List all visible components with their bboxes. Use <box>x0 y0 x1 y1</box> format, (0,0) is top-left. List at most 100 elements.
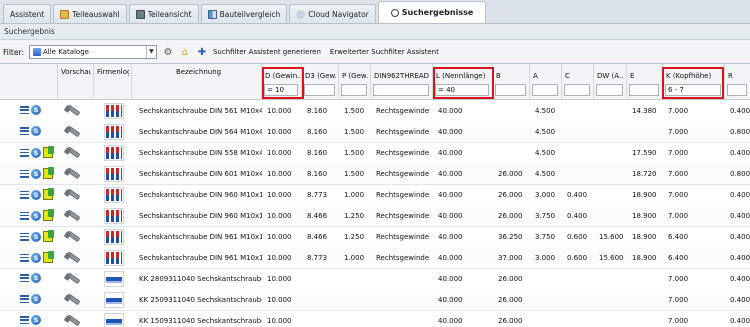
header-p[interactable]: P (Gew... <box>339 64 371 100</box>
filter-d-input[interactable]: = 10 <box>264 84 298 96</box>
row-menu-icon[interactable] <box>20 148 29 157</box>
supplier-icon[interactable]: S <box>31 252 41 263</box>
header-l[interactable]: L (Nennlänge) = 40 <box>433 64 493 100</box>
row-menu-icon[interactable] <box>20 190 29 199</box>
header-vorschau[interactable]: Vorschau <box>58 64 94 100</box>
supplier-icon[interactable]: S <box>31 168 41 179</box>
preview-thumbnail[interactable] <box>64 187 82 203</box>
supplier-icon[interactable]: S <box>31 126 41 136</box>
filter-b-input[interactable] <box>495 84 526 96</box>
header-k[interactable]: K (Kopfhöhe) 6 - 7 <box>663 64 725 100</box>
approved-part-icon[interactable] <box>43 209 54 221</box>
wizard-icon[interactable]: ✚ <box>196 46 208 58</box>
filter-d3-input[interactable] <box>304 84 335 96</box>
cell-dw <box>596 100 627 122</box>
preview-thumbnail[interactable] <box>64 292 82 308</box>
row-menu-icon[interactable] <box>20 253 29 262</box>
approved-part-icon[interactable] <box>43 167 54 179</box>
preview-thumbnail[interactable] <box>64 145 82 161</box>
tab-teileauswahl[interactable]: Teileauswahl <box>53 4 127 23</box>
row-menu-icon[interactable] <box>20 127 29 135</box>
approved-part-icon[interactable] <box>43 251 54 263</box>
filter-dw-input[interactable] <box>596 84 623 96</box>
table-row[interactable]: S Sechskantschraube DIN 960 M10x1.2... 10.… <box>0 205 750 227</box>
table-row[interactable]: S KK 2809311040 Sechskantschraube ... 10.0… <box>0 268 750 290</box>
header-bezeichnung[interactable]: Bezeichnung <box>132 64 262 100</box>
cell-name: KK 2509311040 Sechskantschraube ... <box>139 296 262 304</box>
table-body: S Sechskantschraube DIN 561 M10x40 10.000 8… <box>0 100 750 327</box>
tab-suchergebnisse[interactable]: Suchergebnisse <box>377 1 487 23</box>
gear-icon[interactable]: ⚙ <box>162 46 174 58</box>
supplier-icon[interactable]: S <box>31 147 41 158</box>
header-e[interactable]: E <box>627 64 663 100</box>
filter-c-input[interactable] <box>564 84 590 96</box>
header-r[interactable]: R <box>725 64 750 100</box>
catalog-dropdown[interactable]: Alle Kataloge ▼ <box>28 45 157 59</box>
cell-dw <box>596 205 627 227</box>
preview-thumbnail[interactable] <box>64 271 82 287</box>
table-row[interactable]: S Sechskantschraube DIN 961 M10x1x40 10.00… <box>0 247 750 269</box>
row-menu-icon[interactable] <box>20 232 29 241</box>
filter-k-input[interactable]: 6 - 7 <box>665 84 721 96</box>
header-b[interactable]: B <box>493 64 530 100</box>
row-menu-icon[interactable] <box>20 211 29 220</box>
row-menu-icon[interactable] <box>20 106 29 114</box>
row-menu-icon[interactable] <box>20 316 29 324</box>
filter-p-input[interactable] <box>341 84 367 96</box>
preview-thumbnail[interactable] <box>64 250 82 266</box>
extended-filter-button[interactable]: Erweiterter Suchfilter Assistent <box>330 48 439 56</box>
filter-thread-input[interactable] <box>373 84 429 96</box>
header-d3[interactable]: D3 (Gew... <box>302 64 339 100</box>
supplier-icon[interactable]: S <box>31 294 41 304</box>
table-row[interactable]: S Sechskantschraube DIN 564 M10x40 10.000 8… <box>0 121 750 143</box>
header-d[interactable]: D (Gewin...= 10 <box>262 64 302 100</box>
row-menu-icon[interactable] <box>20 274 29 282</box>
tab-cloud-navigator[interactable]: Cloud Navigator <box>289 4 376 23</box>
filter-r-input[interactable] <box>727 84 747 96</box>
supplier-icon[interactable]: S <box>31 105 41 115</box>
cell-thread <box>373 268 433 290</box>
header-firmenlogo[interactable]: Firmenlogo <box>94 64 132 100</box>
row-menu-icon[interactable] <box>20 295 29 303</box>
supplier-icon[interactable]: S <box>31 189 41 200</box>
table-row[interactable]: S KK 2509311040 Sechskantschraube ... 10.0… <box>0 289 750 311</box>
supplier-icon[interactable]: S <box>31 315 41 325</box>
approved-part-icon[interactable] <box>43 230 54 242</box>
filter-e-input[interactable] <box>629 84 659 96</box>
supplier-icon[interactable]: S <box>31 273 41 283</box>
cell-thread: Rechtsgewinde <box>376 191 430 199</box>
table-row[interactable]: S KK 1509311040 Sechskantschraube ... 10.0… <box>0 310 750 327</box>
preview-thumbnail[interactable] <box>64 124 82 140</box>
header-c[interactable]: C <box>562 64 594 100</box>
table-row[interactable]: S Sechskantschraube DIN 960 M10x1x40 10.00… <box>0 184 750 206</box>
chevron-down-icon[interactable]: ▼ <box>145 46 156 58</box>
cell-dw <box>596 310 627 327</box>
tab-teileansicht[interactable]: Teileansicht <box>128 4 199 23</box>
row-menu-icon[interactable] <box>20 169 29 178</box>
tab-assistent[interactable]: Assistent <box>3 4 52 23</box>
part-view-icon <box>135 9 145 19</box>
table-row[interactable]: S Sechskantschraube DIN 961 M10x1.2... 10.… <box>0 226 750 248</box>
preview-thumbnail[interactable] <box>64 313 82 327</box>
cell-l: 40.000 <box>438 107 463 115</box>
approved-part-icon[interactable] <box>43 146 54 158</box>
approved-part-icon[interactable] <box>43 188 54 200</box>
header-dw[interactable]: DW (Ä... <box>594 64 627 100</box>
supplier-icon[interactable]: S <box>31 210 41 221</box>
tab-bauteilvergleich[interactable]: Bauteilvergleich <box>200 4 288 23</box>
cell-k: 7.000 <box>668 170 689 178</box>
header-thread[interactable]: DIN962THREAD ... <box>371 64 433 100</box>
preview-thumbnail[interactable] <box>64 229 82 245</box>
table-row[interactable]: S Sechskantschraube DIN 601 M10x40 10.000 8… <box>0 163 750 185</box>
table-row[interactable]: S Sechskantschraube DIN 561 M10x40 10.000 8… <box>0 100 750 122</box>
table-row[interactable]: S Sechskantschraube DIN 558 M10x40 10.000 8… <box>0 142 750 164</box>
filter-a-input[interactable] <box>532 84 558 96</box>
home-filter-icon[interactable]: ⌂ <box>179 46 191 58</box>
preview-thumbnail[interactable] <box>64 166 82 182</box>
supplier-icon[interactable]: S <box>31 231 41 242</box>
preview-thumbnail[interactable] <box>64 103 82 119</box>
filter-l-input[interactable]: = 40 <box>435 84 489 96</box>
header-a[interactable]: A <box>530 64 562 100</box>
generate-filter-button[interactable]: Suchfilter Assistent generieren <box>213 48 321 56</box>
preview-thumbnail[interactable] <box>64 208 82 224</box>
